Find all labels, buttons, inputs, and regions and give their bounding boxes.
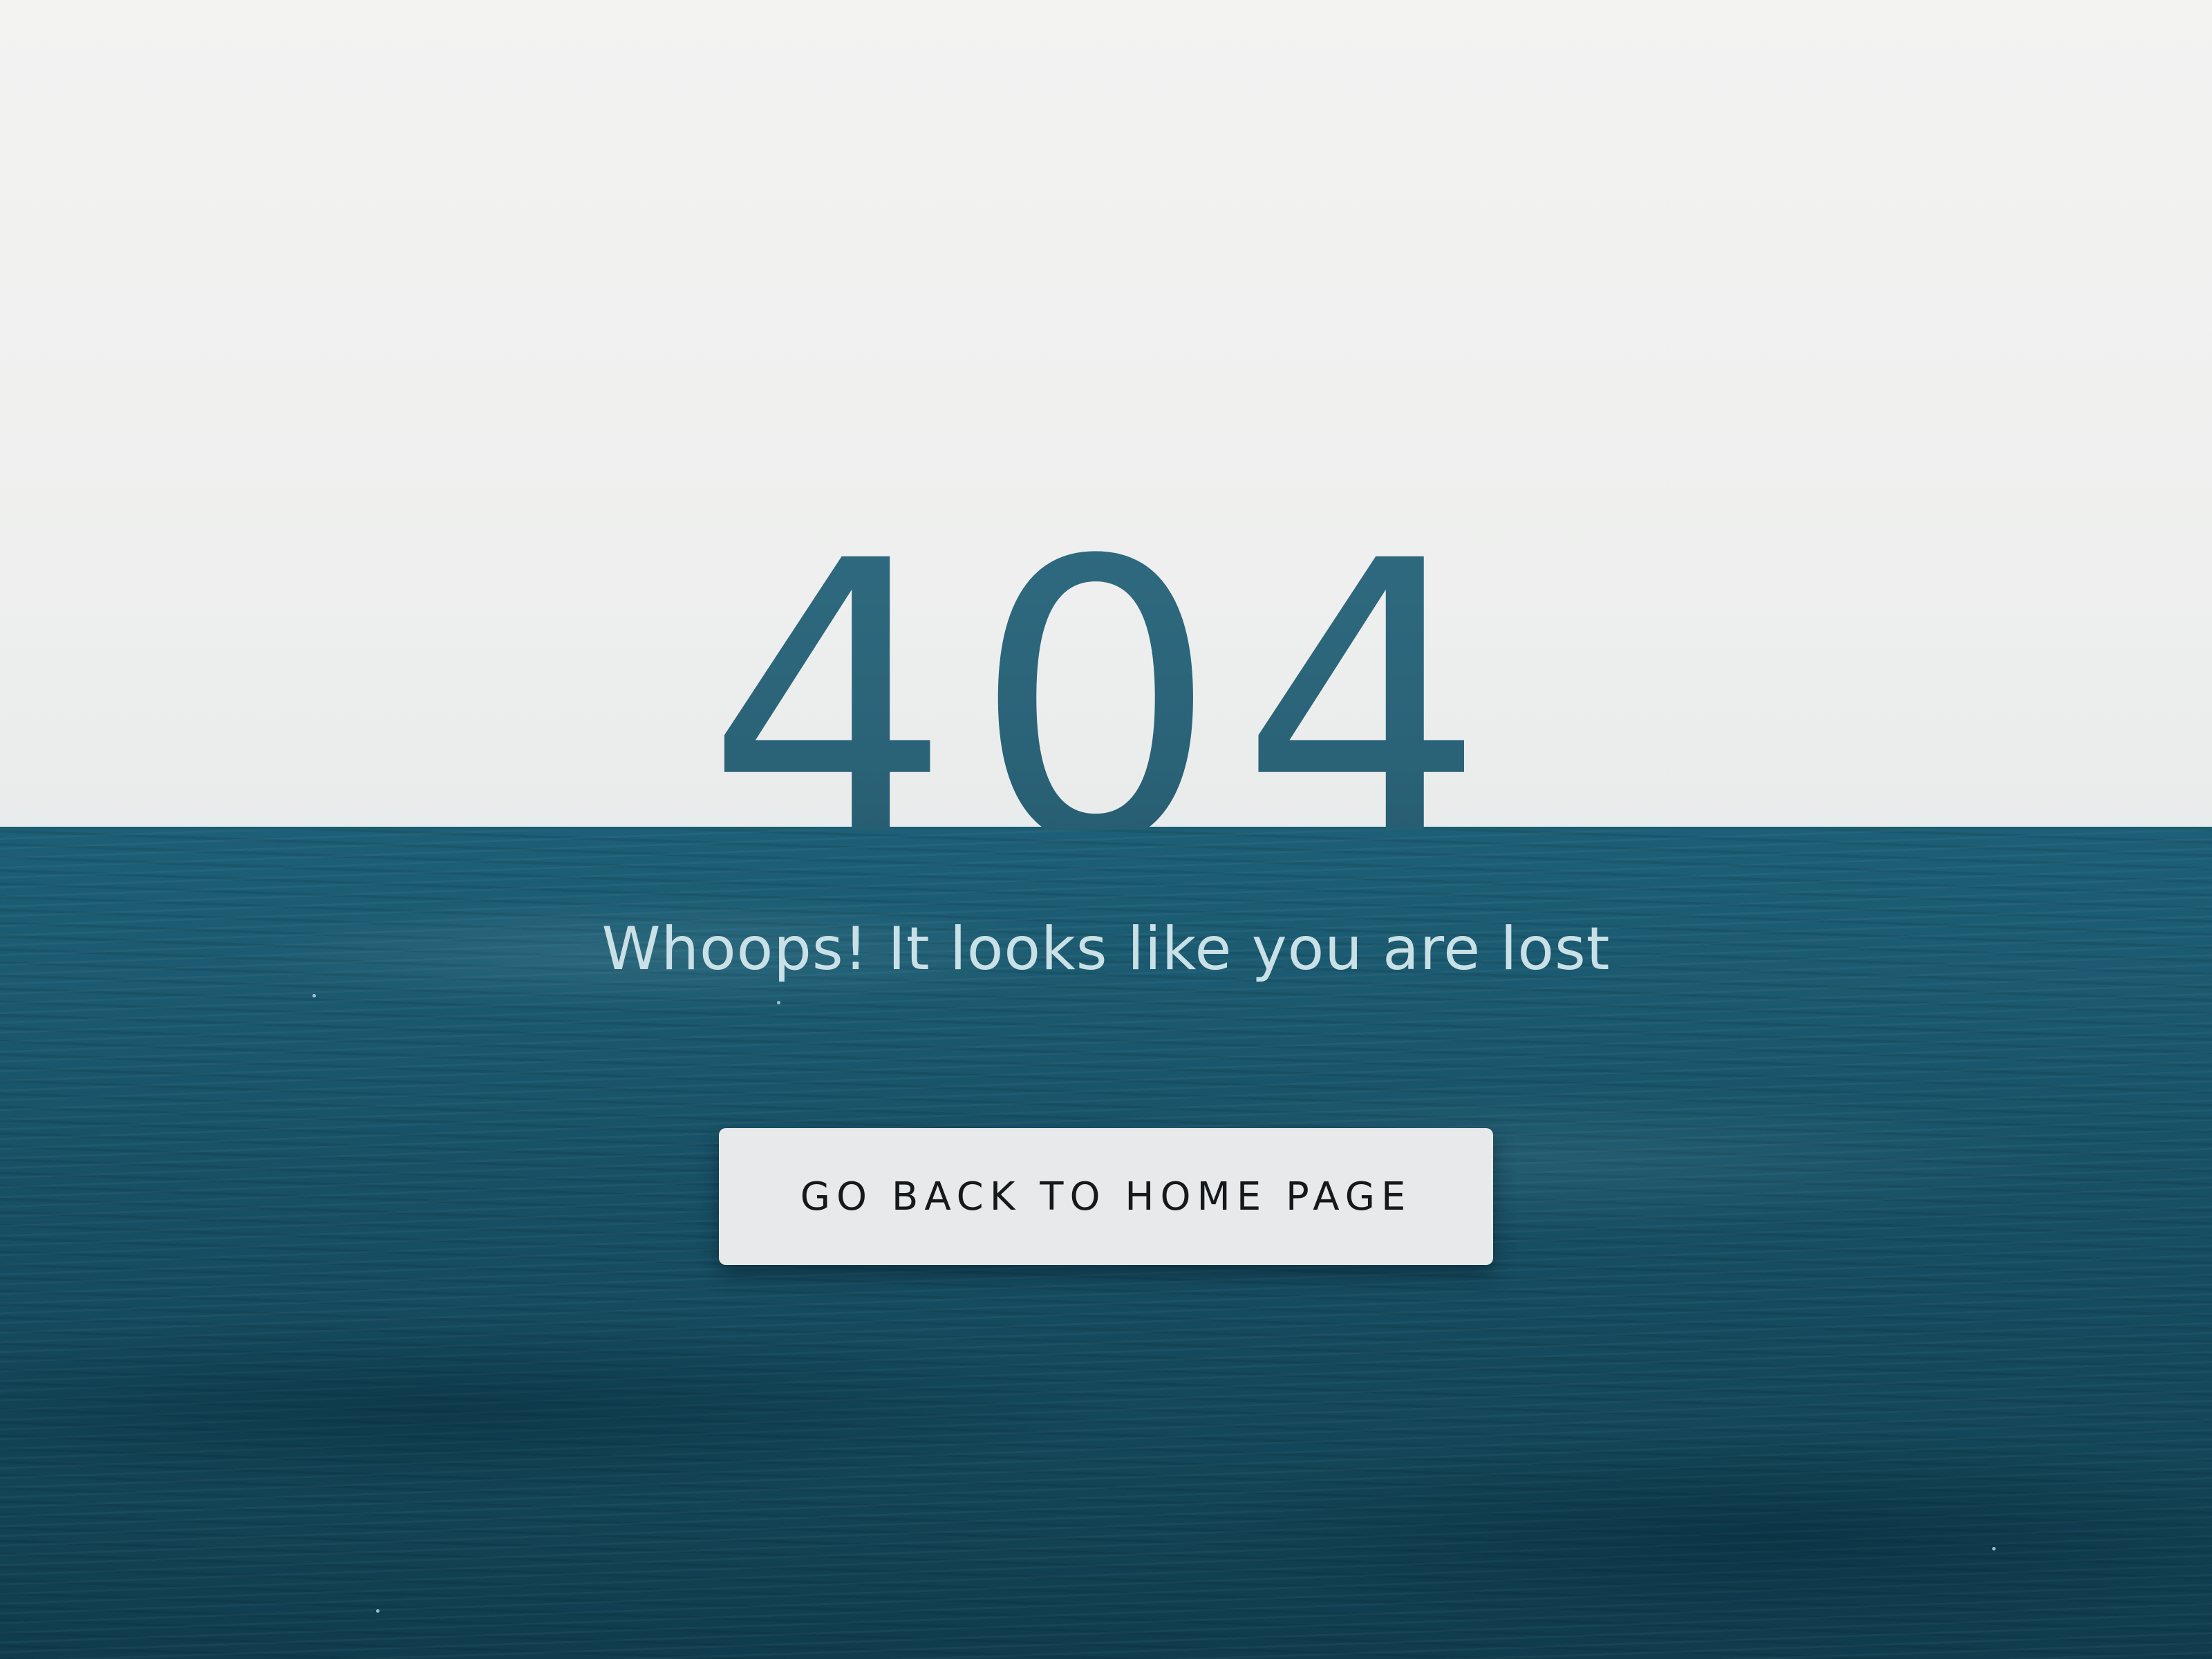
go-home-button-label: GO BACK TO HOME PAGE [800,1174,1412,1219]
go-home-button[interactable]: GO BACK TO HOME PAGE [719,1128,1493,1265]
sea-speck [376,1609,379,1613]
error-code: 404 [0,512,2212,830]
error-message: Whoops! It looks like you are lost [601,915,1611,984]
sea-speck [312,994,316,997]
error-code-container: 404 [0,498,2212,830]
sea-speck [1992,1547,1996,1550]
sea-speck [777,1001,780,1004]
